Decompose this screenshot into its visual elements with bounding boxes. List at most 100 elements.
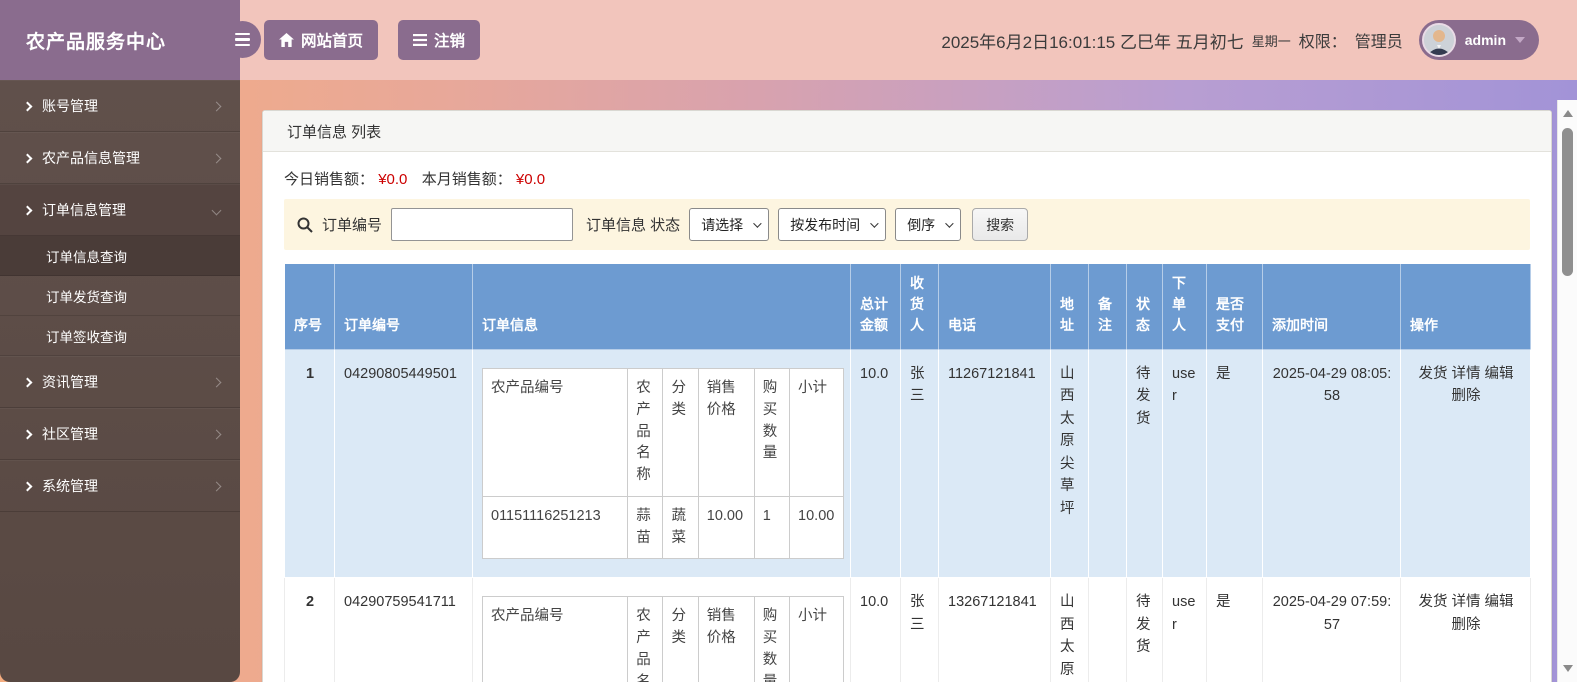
home-button-label: 网站首页: [301, 33, 364, 50]
user-menu[interactable]: admin: [1418, 20, 1539, 60]
cell-total: 10.0: [850, 577, 901, 682]
sidebar-item-system[interactable]: 系统管理: [0, 460, 240, 512]
cell-seq: 2: [284, 577, 335, 682]
inner-col-qty: 购买数量: [753, 596, 791, 682]
sidebar-item-account[interactable]: 账号管理: [0, 80, 240, 132]
logout-button[interactable]: 注销: [398, 20, 481, 60]
edit-action[interactable]: 编辑: [1485, 594, 1514, 610]
table-row: 1 04290805449501 农产品编号 农产品名称 分类 销售价格 购买数…: [284, 348, 1531, 579]
col-phone: 电话: [938, 263, 1051, 350]
inner-col-price: 销售价格: [697, 368, 755, 497]
sidebar-subitem-order-receipt[interactable]: 订单签收查询: [0, 316, 240, 356]
inner-col-name: 农产品名称: [627, 368, 664, 497]
sidebar-item-label: 订单信息管理: [42, 202, 126, 218]
col-receiver: 收货人: [900, 263, 939, 350]
today-sales-label: 今日销售额：: [284, 171, 375, 188]
col-paid: 是否支付: [1206, 263, 1263, 350]
sidebar-item-label: 农产品信息管理: [42, 150, 140, 166]
month-sales-label: 本月销售额：: [421, 171, 512, 188]
sidebar-subitem-order-shipping[interactable]: 订单发货查询: [0, 276, 240, 316]
cell-order-no: 04290805449501: [334, 348, 473, 579]
sort-dir-select[interactable]: 倒序: [895, 208, 962, 241]
permission-label: 权限：: [1298, 34, 1347, 51]
sidebar-subitem-label: 订单信息查询: [46, 249, 127, 265]
inner-col-code: 农产品编号: [481, 368, 629, 497]
sidebar-item-label: 资讯管理: [42, 374, 98, 390]
ship-action[interactable]: 发货: [1418, 594, 1447, 610]
products-table: 农产品编号 农产品名称 分类 销售价格 购买数量 小计 011511162512…: [481, 368, 844, 560]
chevron-down-icon: [870, 218, 879, 228]
search-icon: [297, 217, 313, 233]
cell-created: 2025-04-29 07:59:57: [1262, 577, 1401, 682]
cell-status: 待发货: [1126, 348, 1163, 579]
scroll-down-arrow-icon[interactable]: [1563, 665, 1573, 672]
cell-receiver: 张三: [900, 577, 939, 682]
cell-actions: 发货 详情 编辑 删除: [1400, 348, 1531, 579]
product-name: 蒜苗: [627, 495, 664, 560]
products-header-row: 农产品编号 农产品名称 分类 销售价格 购买数量 小计: [481, 596, 844, 682]
cell-status: 待发货: [1126, 577, 1163, 682]
order-no-input[interactable]: [391, 208, 574, 241]
home-button[interactable]: 网站首页: [264, 20, 379, 60]
cell-address: 山西太原尖草坪: [1050, 348, 1089, 579]
product-code: 01151116251213: [481, 495, 629, 560]
sidebar-item-orders[interactable]: 订单信息管理: [0, 184, 240, 236]
detail-action[interactable]: 详情: [1452, 594, 1481, 610]
cell-remark: [1088, 577, 1127, 682]
inner-col-subtotal: 小计: [789, 368, 844, 497]
home-icon: [279, 33, 294, 47]
cell-created: 2025-04-29 08:05:58: [1262, 348, 1401, 579]
vertical-scrollbar[interactable]: [1557, 100, 1577, 682]
delete-action[interactable]: 删除: [1452, 388, 1481, 404]
chevron-right-icon: [22, 101, 33, 111]
logout-button-label: 注销: [434, 33, 466, 50]
status-filter-label: 订单信息 状态: [586, 217, 681, 234]
scrollbar-thumb[interactable]: [1562, 128, 1573, 276]
sort-field-select[interactable]: 按发布时间: [778, 208, 887, 241]
table-row: 2 04290759541711 农产品编号 农产品名称 分类: [284, 577, 1531, 682]
avatar: [1421, 23, 1456, 57]
products-table: 农产品编号 农产品名称 分类 销售价格 购买数量 小计: [481, 596, 844, 682]
sidebar-subitem-order-query[interactable]: 订单信息查询: [0, 236, 240, 276]
sidebar-item-community[interactable]: 社区管理: [0, 408, 240, 460]
ship-action[interactable]: 发货: [1418, 366, 1447, 382]
product-price: 10.00: [697, 495, 755, 560]
delete-action[interactable]: 删除: [1452, 617, 1481, 633]
col-address: 地址: [1050, 263, 1089, 350]
order-no-label: 订单编号: [322, 217, 383, 234]
chevron-down-icon: [945, 218, 954, 228]
sidebar-toggle-button[interactable]: [224, 21, 261, 58]
panel-header: 订单信息 列表: [263, 111, 1551, 152]
cell-phone: 11267121841: [938, 348, 1051, 579]
cell-total: 10.0: [850, 348, 901, 579]
chevron-right-icon: [22, 377, 33, 387]
status-select[interactable]: 请选择: [689, 208, 770, 241]
detail-action[interactable]: 详情: [1452, 366, 1481, 382]
datetime-text: 2025年6月2日16:01:15 乙巳年 五月初七: [941, 32, 1244, 52]
inner-col-subtotal: 小计: [789, 596, 844, 682]
chevron-right-icon: [211, 429, 222, 439]
orders-panel: 订单信息 列表 今日销售额： ¥0.0 本月销售额： ¥0.0 订单编号 订单信…: [262, 110, 1552, 682]
search-button[interactable]: 搜索: [972, 208, 1029, 241]
sidebar-item-products[interactable]: 农产品信息管理: [0, 132, 240, 184]
inner-col-qty: 购买数量: [753, 368, 791, 497]
sidebar-item-label: 系统管理: [42, 478, 98, 494]
sort-dir-value: 倒序: [907, 216, 936, 233]
cell-actions: 发货 详情 编辑 删除: [1400, 577, 1531, 682]
sidebar-item-label: 账号管理: [42, 98, 98, 114]
chevron-right-icon: [211, 153, 222, 163]
cell-order-info: 农产品编号 农产品名称 分类 销售价格 购买数量 小计: [472, 577, 851, 682]
col-order-no: 订单编号: [334, 263, 473, 350]
chevron-down-icon: [211, 205, 222, 215]
sidebar-item-news[interactable]: 资讯管理: [0, 356, 240, 408]
cell-receiver: 张三: [900, 348, 939, 579]
cell-order-no: 04290759541711: [334, 577, 473, 682]
cell-paid: 是: [1206, 577, 1263, 682]
orders-table: 序号 订单编号 订单信息 总计金额 收货人 电话 地址 备注 状态 下单人 是否…: [284, 263, 1531, 682]
scroll-up-arrow-icon[interactable]: [1563, 110, 1573, 117]
cell-seq: 1: [284, 348, 335, 579]
chevron-right-icon: [22, 481, 33, 491]
edit-action[interactable]: 编辑: [1485, 366, 1514, 382]
col-created: 添加时间: [1262, 263, 1401, 350]
weekday-text: 星期一: [1251, 33, 1291, 49]
